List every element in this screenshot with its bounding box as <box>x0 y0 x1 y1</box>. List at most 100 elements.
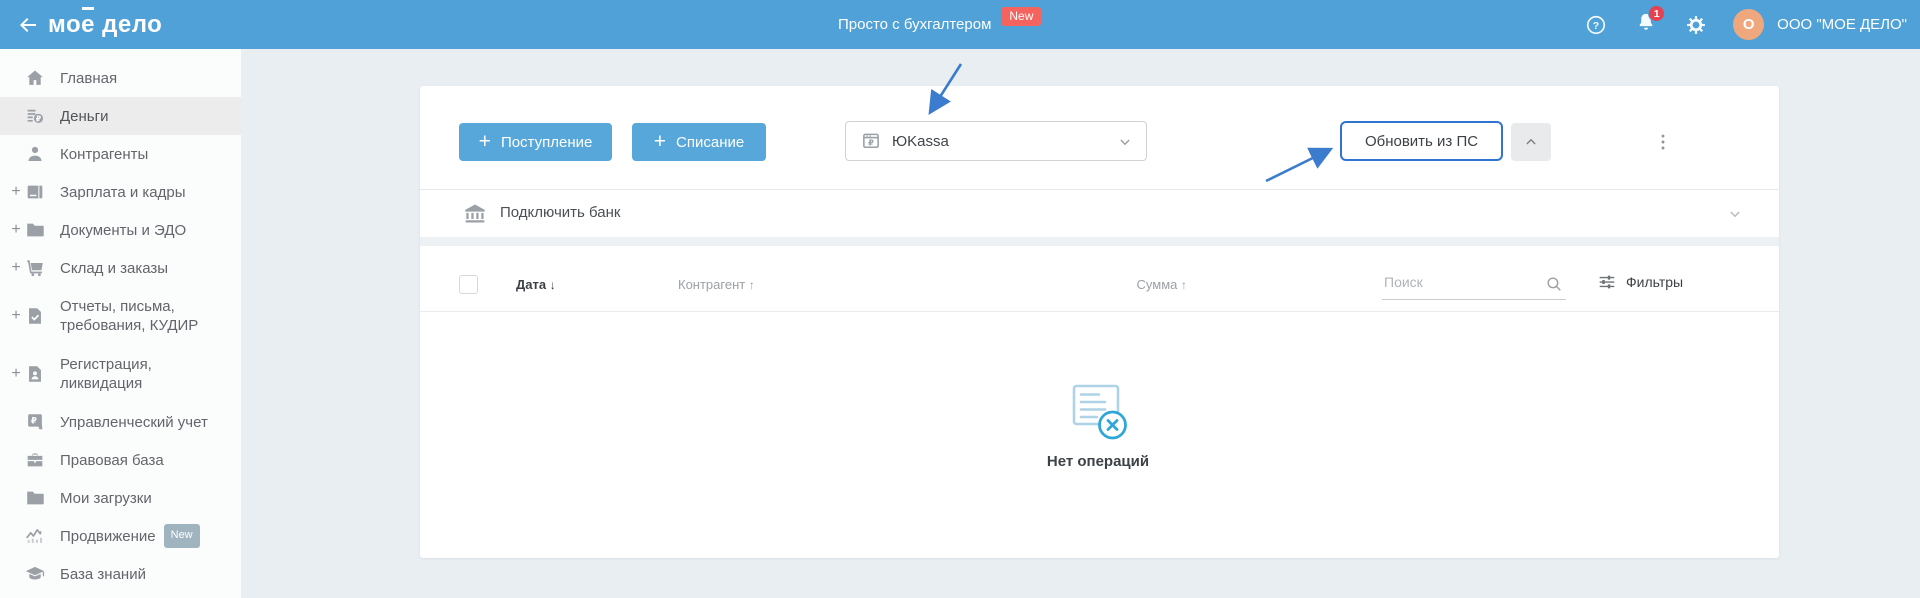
sidebar-item-money[interactable]: ₽ Деньги <box>0 97 241 135</box>
sidebar-item-knowledge[interactable]: База знаний <box>0 555 241 593</box>
expense-button[interactable]: + Списание <box>632 123 766 161</box>
sidebar-item-registration[interactable]: + Регистрация, ликвидация <box>0 345 241 403</box>
chevron-down-icon[interactable] <box>1726 205 1744 223</box>
column-header-contractor[interactable]: Контрагент ↑ <box>678 277 755 292</box>
cart-icon <box>24 257 46 279</box>
folder-icon <box>24 487 46 509</box>
sidebar-item-label: Продвижение <box>60 527 156 545</box>
income-button[interactable]: + Поступление <box>459 123 612 161</box>
plus-icon: + <box>653 129 667 153</box>
money-icon: ₽ <box>24 105 46 127</box>
briefcase-icon <box>24 449 46 471</box>
logo-text-prefix: мо <box>48 10 82 38</box>
graduation-cap-icon <box>24 563 46 585</box>
notification-count-badge: 1 <box>1648 5 1666 22</box>
promo-label: Просто с бухгалтером <box>838 16 992 33</box>
notifications-button[interactable]: 1 <box>1635 5 1666 38</box>
expand-plus-icon[interactable]: + <box>8 221 24 239</box>
connect-bank-label: Подключить банк <box>500 204 621 221</box>
topbar: мо е дело Просто с бухгалтером New ? 1 O … <box>0 0 1920 49</box>
document-check-icon <box>24 305 46 327</box>
search-icon <box>1544 274 1564 294</box>
empty-state-icon <box>1068 384 1130 447</box>
wallet-select-value: ЮKassa <box>892 132 949 150</box>
sidebar-item-management[interactable]: ₽ Управленческий учет <box>0 403 241 441</box>
column-header-date[interactable]: Дата ↓ <box>516 277 556 292</box>
sidebar-item-reports[interactable]: + Отчеты, письма, требования, КУДИР <box>0 287 241 345</box>
expand-plus-icon[interactable]: + <box>8 307 24 325</box>
sidebar-item-label: Контрагенты <box>60 145 149 163</box>
sidebar-item-label: Склад и заказы <box>60 259 169 277</box>
kebab-icon <box>1652 131 1674 153</box>
svg-text:₽: ₽ <box>36 114 42 123</box>
filters-label: Фильтры <box>1626 274 1684 290</box>
column-header-sum[interactable]: Сумма ↑ <box>980 277 1187 292</box>
more-menu-button[interactable] <box>1650 123 1676 161</box>
plus-icon: + <box>478 129 491 153</box>
person-icon <box>24 143 46 165</box>
connect-bank-row[interactable]: Подключить банк <box>420 190 1779 237</box>
sidebar-item-warehouse[interactable]: + Склад и заказы <box>0 249 241 287</box>
chart-pulse-icon <box>24 525 46 547</box>
app: мо е дело Просто с бухгалтером New ? 1 O … <box>0 0 1920 598</box>
empty-state-label: Нет операций <box>1046 453 1150 470</box>
collapse-button[interactable] <box>1511 123 1551 161</box>
logo-text-suffix: дело <box>102 10 163 38</box>
sidebar-item-home[interactable]: Главная <box>0 59 241 97</box>
select-all-checkbox[interactable] <box>459 275 478 294</box>
sidebar-item-label: Главная <box>60 69 118 87</box>
promo-banner[interactable]: Просто с бухгалтером New <box>838 0 1042 49</box>
expand-plus-icon[interactable]: + <box>8 259 24 277</box>
logo[interactable]: мо е дело <box>48 0 162 49</box>
sidebar-item-label: Отчеты, письма, требования, КУДИР <box>60 298 199 334</box>
expand-plus-icon[interactable]: + <box>8 365 24 383</box>
sidebar-item-downloads[interactable]: Мои загрузки <box>0 479 241 517</box>
bank-icon <box>462 201 488 227</box>
income-button-label: Поступление <box>500 133 593 151</box>
wallet-select[interactable]: ₽ ЮKassa <box>845 121 1147 161</box>
chevron-down-icon <box>1116 133 1134 151</box>
ruble-report-icon: ₽ <box>24 411 46 433</box>
search-input[interactable] <box>1382 270 1566 300</box>
sidebar-item-label: Управленческий учет <box>60 413 208 431</box>
account-name[interactable]: ООО "МОЕ ДЕЛО" <box>1777 16 1907 33</box>
svg-text:?: ? <box>1593 19 1599 31</box>
sidebar-item-salary[interactable]: + Зарплата и кадры <box>0 173 241 211</box>
filters-button[interactable]: Фильтры <box>1596 268 1683 296</box>
sidebar-item-label: Зарплата и кадры <box>60 183 186 201</box>
back-icon[interactable] <box>16 13 40 37</box>
topbar-right: ? 1 O ООО "МОЕ ДЕЛО" <box>1585 0 1907 49</box>
toolbar: + Поступление + Списание ₽ ЮKassa Обнови… <box>420 86 1779 190</box>
chevron-up-icon <box>1522 133 1540 151</box>
sidebar-item-documents[interactable]: + Документы и ЭДО <box>0 211 241 249</box>
document-person-icon <box>24 363 46 385</box>
sliders-icon <box>1596 271 1618 293</box>
sort-up-icon: ↑ <box>748 278 755 292</box>
cash-register-icon: ₽ <box>860 130 882 152</box>
sidebar: Главная ₽ Деньги Контрагенты + Зарплата … <box>0 49 241 598</box>
operations-table-header: Дата ↓ Контрагент ↑ Сумма ↑ Фильтры <box>420 246 1779 312</box>
sidebar-item-label: Регистрация, ликвидация <box>60 356 152 392</box>
sidebar-item-legal[interactable]: Правовая база <box>0 441 241 479</box>
svg-text:₽: ₽ <box>31 416 37 426</box>
new-badge: New <box>163 524 200 548</box>
sidebar-item-label: Правовая база <box>60 451 164 469</box>
expand-plus-icon[interactable]: + <box>8 183 24 201</box>
sidebar-item-promotion[interactable]: Продвижение New <box>0 517 241 555</box>
section-divider <box>420 237 1779 246</box>
update-from-ps-button[interactable]: Обновить из ПС <box>1340 121 1503 161</box>
help-icon[interactable]: ? <box>1585 14 1607 36</box>
avatar[interactable]: O <box>1733 9 1765 40</box>
svg-text:₽: ₽ <box>868 138 874 147</box>
home-icon <box>24 67 46 89</box>
promo-new-badge: New <box>1001 7 1042 26</box>
logo-accent-letter: е <box>81 6 95 38</box>
sidebar-item-label: База знаний <box>60 565 146 583</box>
sidebar-item-contractors[interactable]: Контрагенты <box>0 135 241 173</box>
money-panel: + Поступление + Списание ₽ ЮKassa Обнови… <box>420 86 1779 558</box>
wallet-icon <box>24 181 46 203</box>
expense-button-label: Списание <box>676 133 745 151</box>
sort-down-icon: ↓ <box>549 278 556 292</box>
gear-icon[interactable] <box>1685 14 1707 36</box>
sidebar-item-label: Документы и ЭДО <box>60 221 187 239</box>
